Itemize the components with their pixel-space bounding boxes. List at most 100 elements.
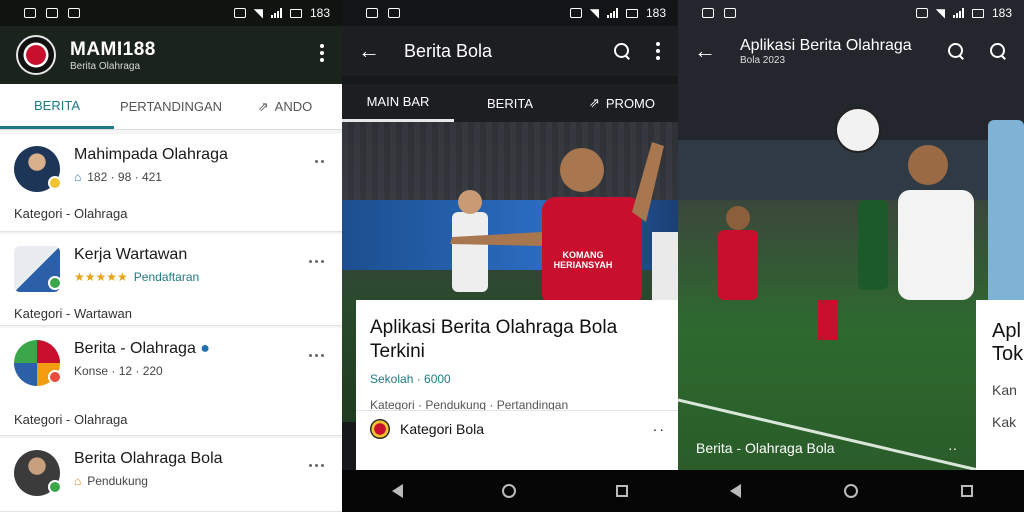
item-meta: 182 · 98 · 421 [87, 170, 162, 184]
list-item[interactable]: Mahimpada Olahraga ⌂ 182 · 98 · 421 Kateg… [0, 134, 342, 232]
article-subtitle: Tok [992, 343, 1024, 365]
alarm-icon [569, 8, 582, 18]
tab-berita[interactable]: BERITA [0, 84, 114, 129]
avatar [14, 246, 62, 292]
pin-icon: ⇗ [588, 95, 600, 110]
tab-pertandingan[interactable]: PERTANDINGAN [114, 84, 228, 129]
status-bar: ◥ 183 [0, 0, 342, 26]
notification-icon [24, 8, 36, 18]
search-icon[interactable] [948, 43, 964, 59]
overflow-menu-icon[interactable] [320, 44, 324, 62]
list-item[interactable]: Berita - Olahraga ● Konse · 12 · 220 Kat… [0, 328, 342, 436]
nav-home-icon[interactable] [502, 484, 517, 498]
app-subtitle: Berita Olahraga [70, 60, 141, 72]
article-title: Apl [992, 320, 1021, 342]
item-meta: Pendaftaran [133, 270, 200, 284]
tab-promo[interactable]: ⇗ PROMO [566, 84, 678, 122]
phone-screen-1: ◥ 183 MAMI188 Berita Olahraga BERITA PER… [0, 0, 342, 512]
club-logo [370, 419, 390, 439]
app-title: MAMI188 [70, 38, 156, 60]
article-card-partial[interactable]: Apl Tok Kan Kak [976, 300, 1024, 470]
phone-screen-2: ◥ 183 ← Berita Bola MAIN BAR BERITA ⇗ PRO… [342, 0, 678, 512]
club-logo [16, 35, 56, 75]
category-strip: Kategori Bola ·· [356, 410, 678, 470]
nav-recents-icon[interactable] [616, 485, 629, 497]
alarm-icon [915, 8, 928, 18]
more-icon[interactable] [315, 160, 324, 163]
category-title: Kategori Bola [400, 421, 485, 437]
page-subtitle: Bola 2023 [740, 54, 786, 66]
tab-bar: BERITA PERTANDINGAN ⇗ ANDO [0, 84, 342, 130]
app-bar: ← Berita Bola [342, 26, 678, 76]
item-title: Berita Olahraga Bola [74, 450, 223, 467]
wifi-icon: ◥ [253, 6, 263, 20]
article-title: Aplikasi Berita Olahraga Bola Terkini [370, 317, 618, 362]
signal-icon [952, 8, 964, 18]
article-meta: Kan [992, 382, 1017, 398]
page-title: Aplikasi Berita Olahraga [740, 36, 912, 54]
system-nav-bar [678, 470, 1024, 512]
item-title: Kerja Wartawan [74, 246, 188, 263]
item-category: Kategori - Olahraga [14, 412, 128, 427]
system-nav-bar [342, 470, 678, 512]
article-card[interactable]: Aplikasi Berita Olahraga Bola Terkini Se… [356, 300, 678, 412]
signal-icon [270, 8, 282, 18]
more-icon[interactable] [309, 354, 324, 357]
avatar [14, 450, 62, 496]
photo-caption: Berita - Olahraga Bola [696, 440, 835, 456]
back-arrow-icon[interactable]: ← [694, 38, 724, 64]
shirt-text: KOMANG HERIANSYAH [553, 250, 613, 270]
more-icon[interactable]: ·· [653, 421, 666, 437]
search-icon[interactable] [614, 43, 630, 59]
nav-back-icon[interactable] [391, 484, 403, 498]
battery-icon [971, 8, 984, 18]
overflow-menu-icon[interactable] [656, 42, 660, 60]
back-arrow-icon[interactable]: ← [358, 38, 388, 64]
notification-icon [68, 8, 80, 18]
item-meta: Konse · 12 · 220 [74, 364, 163, 378]
tab-main-bar[interactable]: MAIN BAR [342, 84, 454, 122]
more-icon[interactable]: ·· [948, 440, 957, 456]
more-icon[interactable] [309, 464, 324, 467]
notification-icon [388, 8, 400, 18]
nav-recents-icon[interactable] [960, 485, 973, 497]
tab-berita[interactable]: BERITA [454, 84, 566, 122]
home-icon: ⌂ [74, 170, 82, 184]
article-meta: Sekolah · 6000 [370, 372, 451, 386]
clock: 183 [309, 6, 330, 20]
tab-ando[interactable]: ⇗ ANDO [228, 84, 342, 129]
list-item[interactable]: Berita Olahraga Bola ⌂ Pendukung [0, 438, 342, 512]
alarm-icon [233, 8, 246, 18]
list-item[interactable]: Kerja Wartawan ★★★★★ Pendaftaran Kategori… [0, 234, 342, 326]
item-category: Kategori - Wartawan [14, 306, 133, 321]
notification-icon [702, 8, 714, 18]
status-bar: ◥ 183 [678, 0, 1024, 26]
item-title: Berita - Olahraga ● [74, 340, 210, 357]
avatar [14, 146, 62, 192]
item-meta: Pendukung [87, 474, 148, 488]
more-icon[interactable] [309, 260, 324, 263]
screenshot-collage: ◥ 183 MAMI188 Berita Olahraga BERITA PER… [0, 0, 1024, 512]
notification-icon [46, 8, 58, 18]
phone-screen-3: ◥ 183 ← Aplikasi Berita Olahraga Bola 20… [678, 0, 1024, 512]
nav-home-icon[interactable] [843, 484, 858, 498]
page-title: Berita Bola [404, 40, 493, 61]
pin-icon: ⇗ [257, 98, 269, 114]
clock: 183 [991, 6, 1012, 20]
notification-icon [724, 8, 736, 18]
status-bar: ◥ 183 [342, 0, 678, 26]
wifi-icon: ◥ [935, 6, 945, 20]
star-icon: ★★★★★ [74, 270, 128, 284]
notification-icon [366, 8, 378, 18]
article-category: Kak [992, 414, 1017, 430]
search-icon[interactable] [990, 43, 1006, 59]
battery-icon [625, 8, 638, 18]
tab-bar: MAIN BAR BERITA ⇗ PROMO [342, 84, 678, 122]
app-bar: ← Aplikasi Berita Olahraga Bola 2023 [678, 26, 1024, 76]
nav-back-icon[interactable] [729, 484, 741, 498]
verified-icon: ● [200, 340, 210, 357]
home-icon: ⌂ [74, 474, 82, 488]
signal-icon [606, 8, 618, 18]
clock: 183 [645, 6, 666, 20]
item-title: Mahimpada Olahraga [74, 146, 228, 163]
